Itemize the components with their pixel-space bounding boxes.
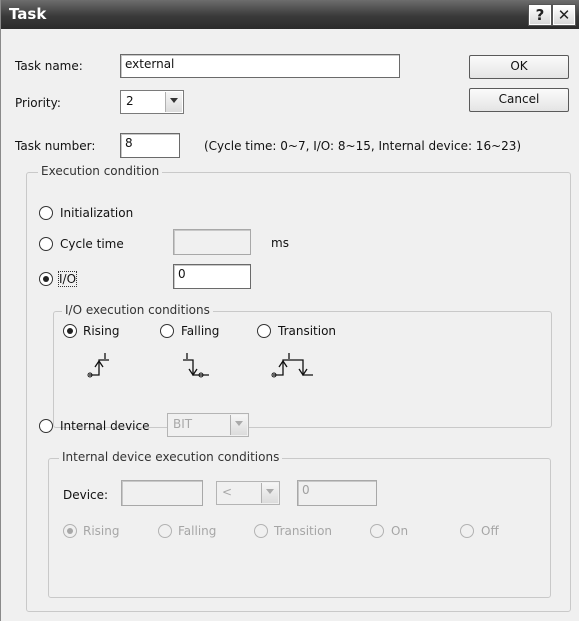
ok-button[interactable]: OK (469, 55, 569, 79)
priority-value: 2 (126, 94, 134, 108)
io-transition-label: Transition (278, 324, 337, 338)
operator-value: < (222, 485, 233, 499)
cycle-time-unit: ms (271, 236, 289, 250)
io-transition-radio[interactable] (257, 324, 271, 338)
cancel-button[interactable]: Cancel (469, 88, 569, 112)
internal-off-radio[interactable] (460, 524, 474, 538)
io-rising-label: Rising (83, 324, 120, 338)
internal-rising-radio[interactable] (63, 524, 77, 538)
internal-transition-label: Transition (274, 524, 333, 538)
initialization-label: Initialization (60, 206, 134, 220)
task-number-hint: (Cycle time: 0~7, I/O: 8~15, Internal de… (204, 139, 522, 153)
cycle-time-label: Cycle time (60, 237, 124, 251)
device-label: Device: (63, 488, 109, 502)
internal-device-radio[interactable] (39, 419, 53, 433)
internal-falling-radio[interactable] (158, 524, 172, 538)
window-title: Task (9, 5, 47, 23)
internal-transition-radio[interactable] (254, 524, 268, 538)
io-falling-label: Falling (181, 324, 220, 338)
help-button[interactable]: ? (528, 4, 552, 26)
task-dialog: Task ? ✕ Task name: external Priority: 2… (0, 0, 579, 621)
internal-device-type-value: BIT (173, 417, 193, 431)
rising-edge-icon (87, 353, 109, 378)
io-falling-radio[interactable] (160, 324, 174, 338)
task-number-input[interactable]: 8 (120, 133, 180, 158)
io-conditions-legend: I/O execution conditions (62, 303, 213, 317)
priority-select[interactable]: 2 (120, 90, 184, 114)
execution-condition-legend: Execution condition (38, 164, 163, 178)
falling-edge-icon (183, 353, 209, 378)
io-label: I/O (57, 271, 78, 287)
internal-on-label: On (391, 524, 409, 538)
compare-value-input[interactable]: 0 (297, 480, 377, 506)
transition-edge-icon (271, 353, 313, 378)
task-name-label: Task name: (15, 59, 83, 73)
chevron-down-icon (261, 483, 278, 503)
internal-device-type-select[interactable]: BIT (167, 413, 249, 437)
io-radio[interactable] (39, 272, 53, 286)
operator-select[interactable]: < (216, 481, 280, 505)
close-button[interactable]: ✕ (552, 4, 576, 26)
internal-rising-label: Rising (83, 524, 120, 538)
internal-falling-label: Falling (178, 524, 217, 538)
cycle-time-radio[interactable] (39, 237, 53, 251)
initialization-radio[interactable] (39, 206, 53, 220)
internal-device-label: Internal device (60, 419, 150, 433)
device-input[interactable] (121, 480, 203, 506)
internal-on-radio[interactable] (370, 524, 384, 538)
internal-conditions-legend: Internal device execution conditions (59, 450, 283, 464)
chevron-down-icon (230, 415, 247, 435)
title-bar: Task ? ✕ (1, 0, 579, 29)
task-number-label: Task number: (15, 139, 96, 153)
close-icon: ✕ (557, 6, 571, 24)
io-rising-radio[interactable] (63, 324, 77, 338)
priority-label: Priority: (15, 96, 61, 110)
chevron-down-icon (165, 92, 182, 112)
internal-off-label: Off (481, 524, 499, 538)
help-icon: ? (535, 6, 545, 24)
task-name-input[interactable]: external (120, 54, 400, 78)
io-input[interactable]: 0 (173, 264, 251, 289)
cycle-time-input[interactable] (173, 229, 251, 255)
